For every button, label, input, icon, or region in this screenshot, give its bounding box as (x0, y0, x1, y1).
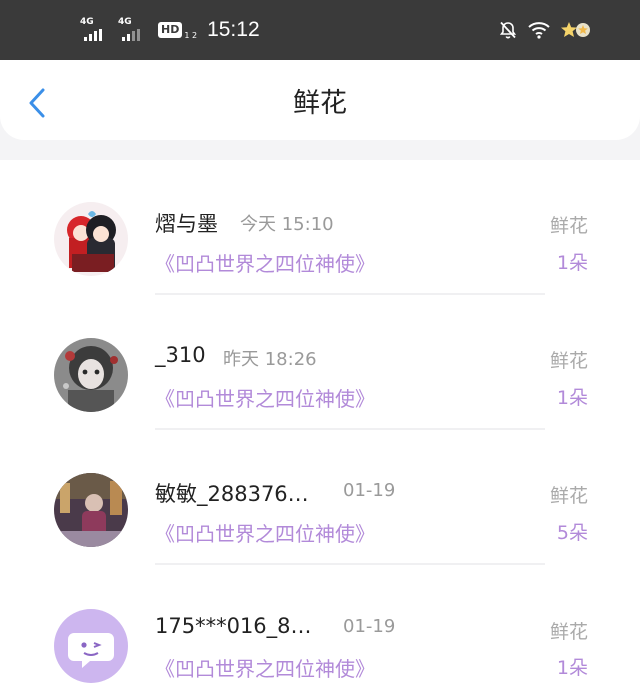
timestamp: 昨天 18:26 (223, 349, 317, 370)
wifi-icon (528, 21, 550, 39)
gift-type: 鲜花 (549, 621, 588, 643)
username: _310 (155, 343, 206, 367)
list-item[interactable]: 熠与墨 今天 15:10 《凹凸世界之四位神使》 鲜花 1朵 (0, 160, 640, 295)
book-title[interactable]: 《凹凸世界之四位神使》 (155, 653, 375, 682)
book-title[interactable]: 《凹凸世界之四位神使》 (155, 383, 375, 412)
username: 敏敏_288376… (155, 482, 309, 506)
star-badge-icon (560, 20, 592, 40)
mute-bell-icon (498, 20, 518, 40)
timestamp: 今天 15:10 (240, 214, 334, 235)
gift-type: 鲜花 (549, 215, 588, 237)
signal-2-icon: 4G (118, 17, 140, 41)
book-title[interactable]: 《凹凸世界之四位神使》 (155, 248, 375, 277)
hd-sub-label: 1 2 (184, 30, 198, 40)
signal-1-label: 4G (80, 17, 94, 27)
gift-count: 1朵 (556, 252, 588, 274)
chevron-left-icon (29, 88, 45, 118)
gift-count: 5朵 (556, 522, 588, 544)
status-left: 4G 4G HD 1 2 15:12 (80, 17, 260, 42)
avatar[interactable] (54, 473, 128, 547)
list-item[interactable]: _310 昨天 18:26 《凹凸世界之四位神使》 鲜花 1朵 (0, 295, 640, 430)
timestamp: 01-19 (343, 480, 396, 501)
avatar[interactable] (54, 202, 128, 276)
status-right (498, 20, 592, 40)
header: 鲜花 (0, 60, 640, 140)
username: 熠与墨 (155, 212, 218, 236)
gift-type: 鲜花 (549, 350, 588, 372)
book-title[interactable]: 《凹凸世界之四位神使》 (155, 518, 375, 547)
hd-voice-badge: HD (158, 22, 183, 38)
status-bar: 4G 4G HD 1 2 15:12 (0, 0, 640, 60)
page-title: 鲜花 (293, 87, 347, 119)
back-button[interactable] (22, 86, 52, 120)
list-item[interactable]: 敏敏_288376… 01-19 《凹凸世界之四位神使》 鲜花 5朵 (0, 430, 640, 565)
username: 175***016_8… (155, 614, 312, 638)
avatar[interactable] (54, 609, 128, 683)
gift-list: 熠与墨 今天 15:10 《凹凸世界之四位神使》 鲜花 1朵 _310 昨天 1… (0, 160, 640, 695)
signal-1-icon: 4G (80, 17, 102, 41)
signal-2-label: 4G (118, 17, 132, 27)
gift-count: 1朵 (556, 387, 588, 409)
gift-count: 1朵 (556, 657, 588, 679)
clock: 15:12 (207, 18, 260, 41)
gift-type: 鲜花 (549, 485, 588, 507)
timestamp: 01-19 (343, 616, 396, 637)
avatar[interactable] (54, 338, 128, 412)
list-item[interactable]: 175***016_8… 01-19 《凹凸世界之四位神使》 鲜花 1朵 (0, 565, 640, 695)
